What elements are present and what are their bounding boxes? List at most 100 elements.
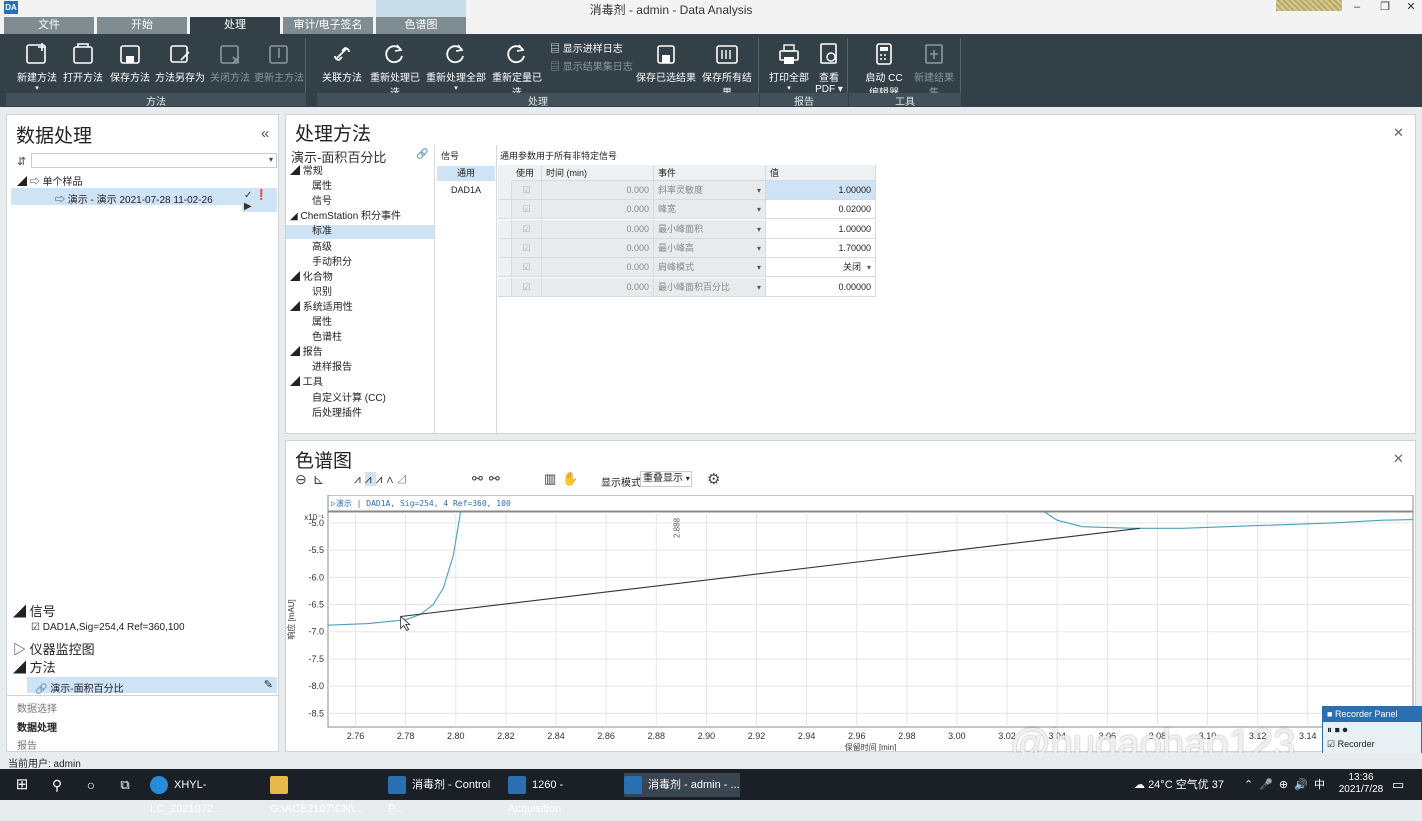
save-all-results-button[interactable]: 保存所有结果 <box>698 42 756 99</box>
value-cell[interactable]: 1.00000 <box>766 181 876 200</box>
time-cell[interactable]: 0.000 <box>542 200 654 220</box>
settings-gear-icon[interactable]: ⚙ <box>707 470 720 488</box>
close-method-button[interactable]: 关闭方法 <box>208 42 252 84</box>
use-checkbox[interactable]: ☑ <box>512 238 542 258</box>
new-method-button[interactable]: 新建方法 ▾ <box>14 42 60 92</box>
taskbar-item-control-panel[interactable]: 消毒剂 - Control P... <box>388 773 500 815</box>
cortana-icon[interactable]: ○ <box>78 773 104 797</box>
close-button[interactable]: ✕ <box>1400 0 1422 14</box>
monitor-section[interactable]: ▷ 仪器监控图 <box>13 639 95 658</box>
link-icon[interactable]: 🔗 <box>416 149 428 160</box>
clock[interactable]: 13:36 2021/7/28 <box>1334 772 1388 796</box>
time-cell[interactable]: 0.000 <box>542 219 654 239</box>
maximize-button[interactable]: ❐ <box>1374 0 1396 14</box>
signal-item[interactable]: ☑ DAD1A,Sig=254,4 Ref=360,100 <box>31 622 185 633</box>
tab-file[interactable]: 文件 <box>4 17 94 34</box>
method-tree-group[interactable]: ◢ 报告 <box>290 346 438 360</box>
notification-icon[interactable]: ▭ <box>1392 773 1404 797</box>
open-method-button[interactable]: 打开方法 <box>62 42 104 84</box>
print-all-button[interactable]: 打印全部 ▾ <box>768 42 810 92</box>
value-cell[interactable]: 0.02000 <box>766 200 876 220</box>
row-header[interactable] <box>498 200 512 220</box>
requantify-selected-button[interactable]: 重新定量已选 <box>488 42 546 99</box>
signal-general[interactable]: 通用 <box>437 166 495 181</box>
link-method-button[interactable]: 关联方法 <box>320 42 364 84</box>
method-tree-item[interactable]: 进样报告 <box>286 361 434 375</box>
tab-audit[interactable]: 审计/电子签名 <box>283 17 373 34</box>
event-cell[interactable]: 肩峰模式 ▾ <box>654 258 766 278</box>
event-cell[interactable]: 斜率灵敏度 ▾ <box>654 181 766 200</box>
method-tree-item[interactable]: 高级 <box>286 241 434 255</box>
value-cell[interactable]: 关闭 ▾ <box>766 258 876 278</box>
grid-column-header[interactable]: 事件 <box>654 165 766 181</box>
show-injection-log-button[interactable]: ▤ 显示进样日志 <box>550 40 623 55</box>
use-checkbox[interactable]: ☑ <box>512 258 542 278</box>
value-cell[interactable]: 1.00000 <box>766 219 876 239</box>
taskbar-item-data-analysis[interactable]: 消毒剂 - admin - ... <box>624 773 740 797</box>
checkbox-icon[interactable]: ☑ <box>31 622 43 633</box>
save-method-button[interactable]: 保存方法 <box>108 42 152 84</box>
peak-stack-icon[interactable]: ∧ <box>386 472 397 486</box>
event-cell[interactable]: 峰宽 ▾ <box>654 200 766 220</box>
show-resultset-log-button[interactable]: ▤ 显示结果集日志 <box>550 58 633 73</box>
method-tree-item[interactable]: 属性 <box>286 316 434 330</box>
event-cell[interactable]: 最小峰面积百分比 ▾ <box>654 277 766 297</box>
recorder-controls[interactable]: ⏸ ⏹ ⏺ <box>1323 722 1421 739</box>
peak-area-icon[interactable]: ◿ <box>397 472 410 486</box>
grid-column-header[interactable]: 值 <box>766 165 876 181</box>
launch-cc-editor-button[interactable]: 启动 CC 编辑器 <box>862 42 906 99</box>
tab-start[interactable]: 开始 <box>97 17 187 34</box>
tab-process[interactable]: 处理 <box>190 17 280 34</box>
axis-icon[interactable]: ⊾ <box>313 471 331 487</box>
method-tree-item[interactable]: 识别 <box>286 286 434 300</box>
time-cell[interactable]: 0.000 <box>542 181 654 200</box>
display-mode-select[interactable]: 重叠显示 ▾ <box>640 471 692 487</box>
row-header[interactable] <box>498 238 512 258</box>
value-cell[interactable]: 0.00000 <box>766 277 876 297</box>
time-cell[interactable]: 0.000 <box>542 258 654 278</box>
nav-report[interactable]: 报告 <box>17 737 37 752</box>
baseline-icon[interactable]: ▥ <box>544 471 562 486</box>
row-header[interactable] <box>498 258 512 278</box>
signal-section[interactable]: ◢ 信号 <box>13 601 56 620</box>
method-tree-group[interactable]: ◢ ChemStation 积分事件 <box>290 210 438 224</box>
grid-column-header[interactable]: 使用 <box>512 165 542 181</box>
method-item[interactable]: 🔗 演示-面积百分比 ✎ <box>27 677 277 695</box>
use-checkbox[interactable]: ☑ <box>512 181 542 200</box>
nav-data-selection[interactable]: 数据选择 <box>17 700 57 715</box>
hand-icon[interactable]: ✋ <box>562 471 584 486</box>
tree-root[interactable]: ◢ ⇨ 单个样品 <box>17 173 83 188</box>
grid-column-header[interactable]: 时间 (min) <box>542 165 654 181</box>
ime-indicator[interactable]: 中 <box>1314 773 1325 797</box>
event-cell[interactable]: 最小峰高 ▾ <box>654 238 766 258</box>
value-cell[interactable]: 1.70000 <box>766 238 876 258</box>
tab-chromatogram[interactable]: 色谱图 <box>376 17 466 34</box>
unlink-icon[interactable]: ⚯ <box>472 471 489 486</box>
signal-dad1a[interactable]: DAD1A <box>437 183 495 198</box>
event-cell[interactable]: 最小峰面积 ▾ <box>654 219 766 239</box>
use-checkbox[interactable]: ☑ <box>512 219 542 239</box>
zoom-out-icon[interactable]: ⊖ <box>295 471 313 487</box>
taskbar-item-explorer[interactable]: G:\ACE2107\CN\... <box>270 773 380 815</box>
filter-combobox[interactable]: ▾ <box>31 153 277 168</box>
save-selected-results-button[interactable]: 保存已选结果 <box>636 42 696 84</box>
edit-pencil-icon[interactable]: ✎ <box>264 678 273 691</box>
method-tree-group[interactable]: ◢ 系统适用性 <box>290 301 438 315</box>
view-pdf-button[interactable]: 查看 PDF ▾ <box>812 42 846 95</box>
plot-area[interactable] <box>327 511 1414 728</box>
use-checkbox[interactable]: ☑ <box>512 200 542 220</box>
method-tree-group[interactable]: ◢ 常规 <box>290 165 438 179</box>
collapse-panel-icon[interactable]: « <box>261 125 269 142</box>
time-cell[interactable]: 0.000 <box>542 238 654 258</box>
method-tree-item[interactable]: 标准 <box>286 225 434 240</box>
method-tree-item[interactable]: 后处理插件 <box>286 407 434 421</box>
peak-view-icon[interactable]: ⩘ <box>354 472 365 486</box>
close-panel-icon[interactable]: ✕ <box>1393 125 1404 141</box>
row-header[interactable] <box>498 181 512 200</box>
nav-data-processing[interactable]: 数据处理 <box>17 719 57 734</box>
peak-view-active-icon[interactable]: ⩘ <box>364 472 376 486</box>
task-view-icon[interactable]: ⧉ <box>112 773 138 797</box>
tree-item-selected[interactable]: ⇨ 演示 - 演示 2021-07-28 11-02-26 ✓ ❗ ▶ <box>11 188 277 212</box>
method-tree-item[interactable]: 属性 <box>286 180 434 194</box>
time-cell[interactable]: 0.000 <box>542 277 654 297</box>
